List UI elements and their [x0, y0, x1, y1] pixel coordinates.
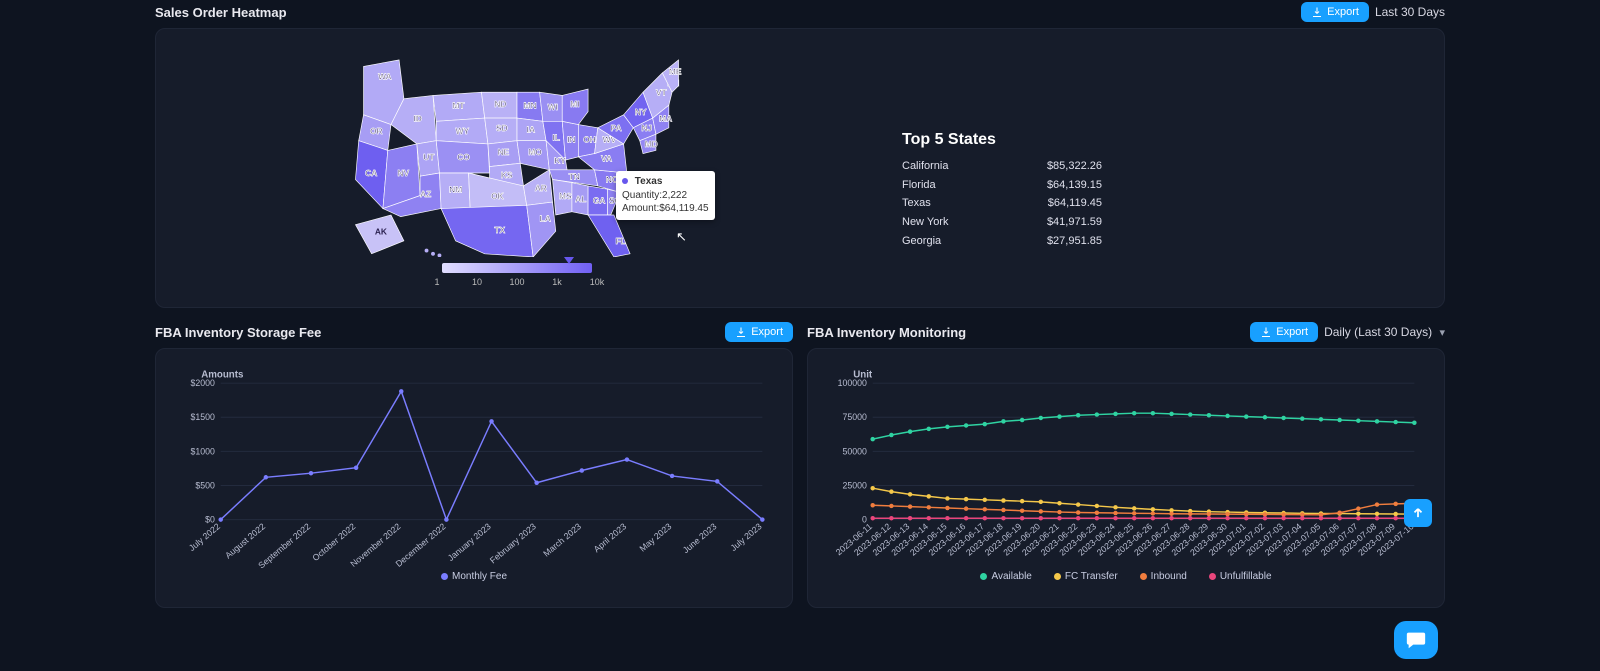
top5-state: New York: [902, 213, 948, 232]
storage-header: FBA Inventory Storage Fee Export: [155, 320, 793, 348]
monitor-range-select[interactable]: Daily (Last 30 Days) ▾: [1324, 325, 1445, 339]
map-tooltip: Texas Quantity:2,222 Amount:$64,119.45: [616, 171, 715, 220]
legend-label: Unfulfillable: [1220, 571, 1272, 582]
storage-title: FBA Inventory Storage Fee: [155, 325, 321, 340]
svg-text:$500: $500: [195, 480, 215, 490]
chevron-down-icon: ▾: [1439, 327, 1445, 339]
heatmap-legend-ticks: 1 10 100 1k 10k: [427, 277, 607, 287]
monitor-legend: Available FC Transfer Inbound Unfulfillable: [824, 571, 1428, 582]
heatmap-export-button[interactable]: Export: [1301, 2, 1369, 22]
scroll-to-top-button[interactable]: [1404, 499, 1432, 527]
svg-text:August 2022: August 2022: [223, 521, 267, 560]
tooltip-amt: $64,119.45: [659, 203, 708, 214]
top5-row: Texas $64,119.45: [902, 194, 1102, 213]
svg-text:February 2023: February 2023: [488, 521, 538, 565]
monitor-export-button[interactable]: Export: [1250, 322, 1318, 342]
storage-chart[interactable]: Amounts$0$500$1000$1500$2000July 2022Aug…: [172, 361, 776, 571]
storage-legend-label: Monthly Fee: [452, 571, 507, 582]
svg-text:25000: 25000: [843, 480, 867, 490]
storage-chart-panel: Amounts$0$500$1000$1500$2000July 2022Aug…: [155, 348, 793, 608]
top5-amount: $64,139.15: [1047, 176, 1102, 195]
top5-row: Georgia $27,951.85: [902, 232, 1102, 251]
svg-text:April 2023: April 2023: [592, 521, 629, 554]
svg-text:May 2023: May 2023: [637, 521, 673, 553]
svg-text:January 2023: January 2023: [446, 521, 493, 563]
download-icon: [1311, 6, 1323, 18]
legend-label: Inbound: [1151, 571, 1187, 582]
legend-dot-icon: [1054, 573, 1061, 580]
monitor-legend-item[interactable]: Inbound: [1140, 571, 1187, 582]
svg-text:$1500: $1500: [191, 412, 215, 422]
monitor-legend-item[interactable]: FC Transfer: [1054, 571, 1118, 582]
legend-dot-icon: [441, 573, 448, 580]
export-label: Export: [1327, 6, 1359, 18]
download-icon: [735, 326, 747, 338]
svg-text:75000: 75000: [843, 412, 867, 422]
legend-tick: 10: [467, 277, 487, 287]
svg-text:50000: 50000: [843, 446, 867, 456]
monitor-chart[interactable]: Unit02500050000750001000002023-06-112023…: [824, 361, 1428, 571]
export-label: Export: [1276, 326, 1308, 338]
legend-caret-icon: [564, 257, 574, 264]
legend-tick: 1k: [547, 277, 567, 287]
legend-tick: 100: [507, 277, 527, 287]
legend-dot-icon: [1140, 573, 1147, 580]
heatmap-panel: WA OR CA NV ID MT WY UT CO AZ NM ND SD N…: [155, 28, 1445, 308]
svg-text:October 2022: October 2022: [310, 521, 357, 563]
top5-states: Top 5 States California$85,322.26Florida…: [902, 131, 1102, 297]
svg-text:July 2023: July 2023: [729, 521, 764, 553]
storage-export-button[interactable]: Export: [725, 322, 793, 342]
legend-dot-icon: [1209, 573, 1216, 580]
legend-label: FC Transfer: [1065, 571, 1118, 582]
svg-text:July 2022: July 2022: [187, 521, 222, 553]
top5-amount: $64,119.45: [1048, 194, 1102, 213]
heatmap-legend-bar: [442, 263, 592, 273]
heatmap-title: Sales Order Heatmap: [155, 5, 287, 20]
svg-text:June 2023: June 2023: [681, 521, 719, 555]
svg-text:March 2023: March 2023: [541, 521, 583, 558]
svg-text:$1000: $1000: [191, 446, 215, 456]
top5-amount: $27,951.85: [1047, 232, 1102, 251]
heatmap-header: Sales Order Heatmap Export Last 30 Days: [155, 0, 1445, 28]
monitor-legend-item[interactable]: Unfulfillable: [1209, 571, 1272, 582]
tooltip-qty-label: Quantity:: [622, 190, 662, 201]
monitor-header: FBA Inventory Monitoring Export Daily (L…: [807, 320, 1445, 348]
top5-state: Florida: [902, 176, 936, 195]
legend-tick: 10k: [587, 277, 607, 287]
top5-row: California $85,322.26: [902, 157, 1102, 176]
monitor-chart-panel: Unit02500050000750001000002023-06-112023…: [807, 348, 1445, 608]
tooltip-bullet-icon: [622, 178, 628, 184]
top5-title: Top 5 States: [902, 131, 1102, 149]
top5-state: California: [902, 157, 948, 176]
us-map-container: WA OR CA NV ID MT WY UT CO AZ NM ND SD N…: [172, 41, 862, 297]
monitor-range-label: Daily (Last 30 Days): [1324, 325, 1432, 339]
top5-row: New York $41,971.59: [902, 213, 1102, 232]
storage-legend: Monthly Fee: [172, 571, 776, 582]
chat-button[interactable]: [1394, 621, 1438, 659]
svg-text:$2000: $2000: [191, 378, 215, 388]
us-map[interactable]: WA OR CA NV ID MT WY UT CO AZ NM ND SD N…: [352, 47, 682, 257]
top5-row: Florida $64,139.15: [902, 176, 1102, 195]
top5-state: Georgia: [902, 232, 941, 251]
top5-amount: $41,971.59: [1047, 213, 1102, 232]
arrow-up-icon: [1411, 506, 1425, 520]
tooltip-qty: 2,222: [662, 190, 687, 201]
monitor-title: FBA Inventory Monitoring: [807, 325, 966, 340]
monitor-legend-item[interactable]: Available: [980, 571, 1031, 582]
top5-amount: $85,322.26: [1047, 157, 1102, 176]
legend-tick: 1: [427, 277, 447, 287]
tooltip-state: Texas: [635, 176, 663, 187]
svg-text:100000: 100000: [838, 378, 867, 388]
top5-state: Texas: [902, 194, 931, 213]
chat-icon: [1405, 629, 1427, 651]
tooltip-amt-label: Amount:: [622, 203, 659, 214]
export-label: Export: [751, 326, 783, 338]
legend-dot-icon: [980, 573, 987, 580]
legend-label: Available: [991, 571, 1031, 582]
download-icon: [1260, 326, 1272, 338]
heatmap-legend: 1 10 100 1k 10k: [427, 263, 607, 287]
heatmap-range-label[interactable]: Last 30 Days: [1375, 5, 1445, 19]
